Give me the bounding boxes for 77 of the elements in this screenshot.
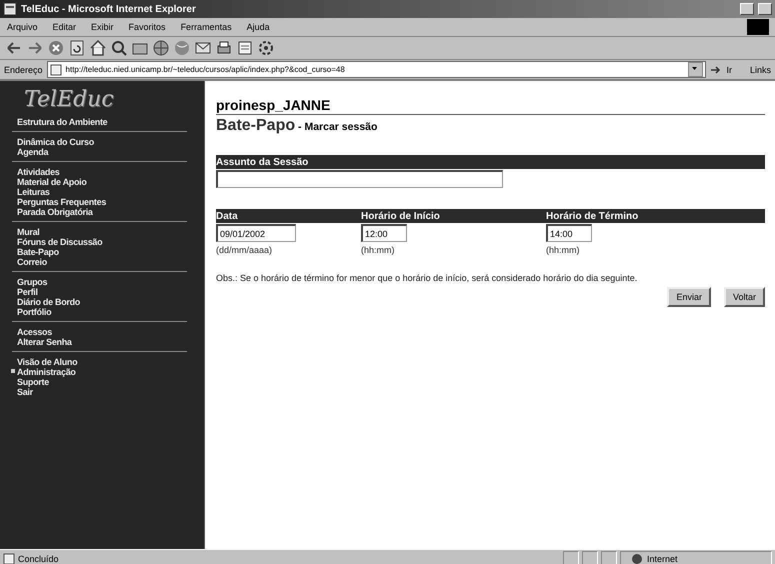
address-field[interactable]: http://teleduc.nied.unicamp.br/~teleduc/cursos/aplic/index.php?&cod_curso=48	[46, 61, 706, 78]
nav-link[interactable]: Alterar Senha	[17, 337, 187, 347]
globe-icon	[631, 553, 643, 564]
nav-link[interactable]: Atividades	[17, 167, 187, 177]
address-label: Endereço	[4, 64, 43, 74]
note-text: Obs.: Se o horário de término for menor que o horário de início, será considerado horário do dia seguinte.	[216, 272, 638, 285]
menu-item[interactable]: Editar	[52, 22, 78, 32]
page-title: Bate-Papo	[216, 117, 296, 135]
form-button[interactable]: Enviar	[667, 287, 711, 307]
nav-link[interactable]: Administração	[11, 367, 187, 377]
stop-icon[interactable]	[48, 40, 64, 56]
menu-item[interactable]: Ajuda	[246, 22, 271, 32]
throbber-icon	[747, 19, 769, 35]
menu-item[interactable]: Arquivo	[6, 22, 39, 32]
menu-item[interactable]: Ferramentas	[180, 22, 233, 32]
globe-icon[interactable]	[153, 40, 169, 56]
refresh-icon[interactable]	[69, 40, 85, 56]
browser-icon	[3, 2, 17, 16]
nav-link[interactable]: Agenda	[17, 147, 187, 157]
page-subtitle: - Marcar sessão	[297, 121, 378, 133]
links-button[interactable]: Links	[750, 64, 771, 74]
nav-link[interactable]: Correio	[17, 257, 187, 267]
status-panel	[563, 551, 579, 564]
zone-text: Internet	[647, 554, 678, 564]
page-icon	[50, 64, 62, 76]
nav-link[interactable]: Mural	[17, 227, 187, 237]
go-icon[interactable]	[710, 64, 722, 76]
nav-link[interactable]: Sair	[17, 387, 187, 397]
back-icon[interactable]	[6, 40, 22, 56]
menu-item[interactable]: Favoritos	[128, 22, 167, 32]
nav-link[interactable]: Visão de Aluno	[17, 357, 187, 367]
status-text: Concluído	[18, 554, 59, 564]
nav-link[interactable]: Parada Obrigatória	[17, 207, 187, 217]
input-field[interactable]	[216, 170, 503, 188]
go-button[interactable]: Ir	[726, 64, 732, 74]
status-panel	[582, 551, 598, 564]
logo: TelEduc	[23, 87, 114, 112]
nav-link[interactable]: Fóruns de Discussão	[17, 237, 187, 247]
nav-link[interactable]: Bate-Papo	[17, 247, 187, 257]
nav-link[interactable]: Suporte	[17, 377, 187, 387]
page-icon	[3, 553, 15, 564]
maximize-button[interactable]	[758, 3, 772, 15]
forward-icon[interactable]	[27, 40, 43, 56]
field-label: Horário de Término	[546, 210, 640, 222]
course-title: proinesp_JANNE	[216, 97, 765, 115]
nav-link[interactable]: Leituras	[17, 187, 187, 197]
format-hint: (hh:mm)	[361, 245, 396, 255]
status-panel	[601, 551, 617, 564]
nav-link[interactable]: Dinâmica do Curso	[17, 137, 187, 147]
format-hint: (dd/mm/aaaa)	[216, 245, 274, 255]
nav-link[interactable]: Perguntas Frequentes	[17, 197, 187, 207]
input-field[interactable]: 12:00	[361, 224, 407, 242]
flower-icon[interactable]	[258, 40, 274, 56]
format-hint: (hh:mm)	[546, 245, 580, 255]
input-field[interactable]: 09/01/2002	[216, 224, 296, 242]
form-button[interactable]: Voltar	[724, 287, 765, 307]
nav-link[interactable]: Material de Apoio	[17, 177, 187, 187]
input-field[interactable]: 14:00	[546, 224, 592, 242]
field-label: Horário de Início	[361, 210, 441, 222]
nav-link[interactable]: Grupos	[17, 277, 187, 287]
document-icon[interactable]	[237, 40, 253, 56]
minimize-button[interactable]	[740, 3, 754, 15]
window-title: TelEduc - Microsoft Internet Explorer	[21, 4, 197, 14]
home-icon[interactable]	[90, 40, 106, 56]
ball-icon[interactable]	[174, 40, 190, 56]
search-icon[interactable]	[111, 40, 127, 56]
field-label: Assunto da Sessão	[216, 156, 308, 168]
printer-icon[interactable]	[216, 40, 232, 56]
nav-link[interactable]: Acessos	[17, 327, 187, 337]
menu-item[interactable]: Exibir	[90, 22, 115, 32]
dropdown-button[interactable]	[688, 62, 704, 77]
nav-link[interactable]: Estrutura do Ambiente	[17, 117, 187, 127]
nav-link[interactable]: Perfil	[17, 287, 187, 297]
nav-link[interactable]: Portfólio	[17, 307, 187, 317]
nav-link[interactable]: Diário de Bordo	[17, 297, 187, 307]
mail-icon[interactable]	[195, 40, 211, 56]
field-label: Data	[216, 210, 239, 222]
